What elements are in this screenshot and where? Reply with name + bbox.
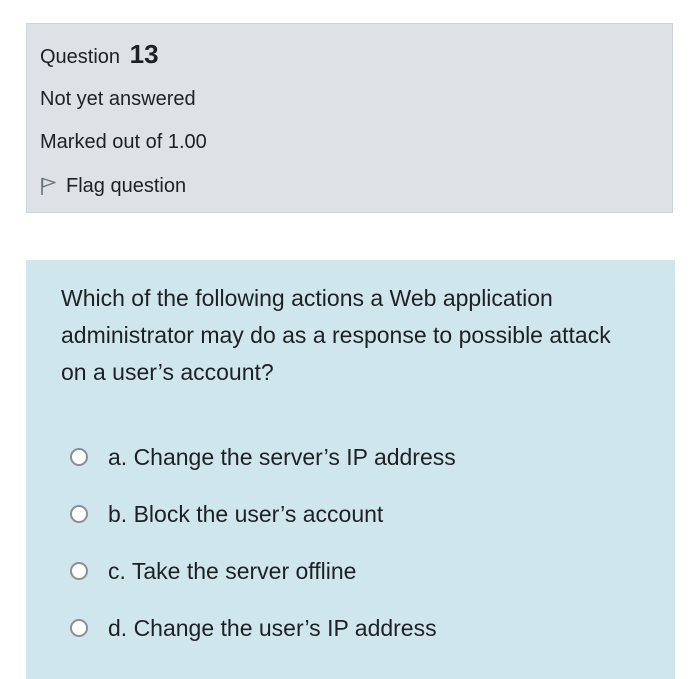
- flag-question-label: Flag question: [66, 175, 187, 197]
- flag-question-link[interactable]: Flag question: [40, 172, 186, 200]
- question-grade: Marked out of 1.00: [40, 131, 207, 153]
- flag-icon: [40, 176, 58, 196]
- answer-option-d[interactable]: d. Change the user’s IP address: [70, 599, 630, 656]
- answer-label-a: a. Change the server’s IP address: [108, 443, 456, 470]
- answer-label-d: d. Change the user’s IP address: [108, 614, 437, 641]
- question-text: Which of the following actions a Web app…: [61, 285, 611, 385]
- answer-label-c: c. Take the server offline: [108, 557, 357, 584]
- answer-option-a[interactable]: a. Change the server’s IP address: [70, 428, 630, 485]
- question-info-panel: Question 13 Not yet answered Marked out …: [26, 23, 673, 213]
- answer-option-b[interactable]: b. Block the user’s account: [70, 485, 630, 542]
- radio-button-a[interactable]: [70, 447, 88, 466]
- radio-button-c[interactable]: [70, 561, 88, 580]
- radio-button-d[interactable]: [70, 618, 88, 637]
- question-heading: Question 13: [40, 39, 159, 72]
- question-state: Not yet answered: [40, 88, 196, 110]
- question-number: 13: [129, 39, 159, 69]
- answer-option-c[interactable]: c. Take the server offline: [70, 542, 630, 599]
- question-label: Question: [40, 46, 121, 68]
- answer-label-b: b. Block the user’s account: [108, 500, 384, 527]
- answer-list: a. Change the server’s IP address b. Blo…: [70, 428, 630, 656]
- question-content-panel: Which of the following actions a Web app…: [26, 260, 675, 679]
- radio-button-b[interactable]: [70, 504, 88, 523]
